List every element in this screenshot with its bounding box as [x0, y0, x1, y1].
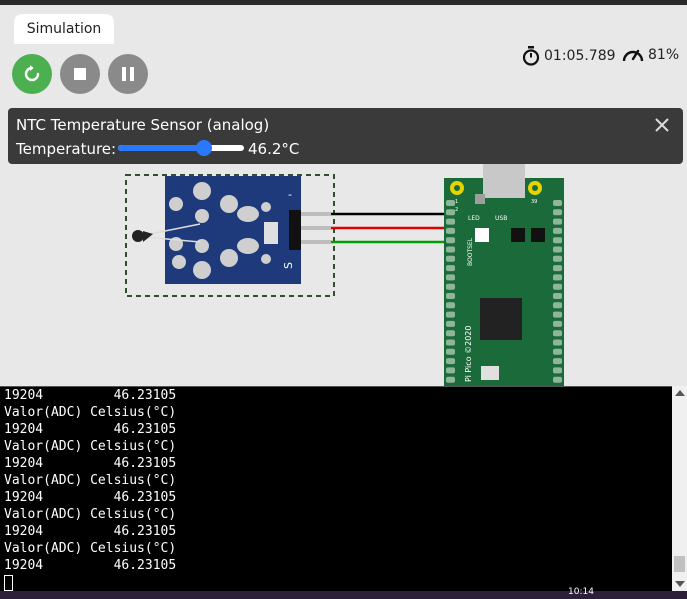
terminal-line: Valor(ADC) Celsius(°C): [4, 405, 177, 420]
terminal-line: Valor(ADC) Celsius(°C): [4, 473, 177, 488]
bootsel-label: BOOTSEL: [467, 237, 474, 266]
led-label: LED: [468, 215, 480, 222]
terminal-line: 19204 46.23105: [4, 456, 177, 471]
restart-button[interactable]: [12, 54, 52, 94]
pause-icon: [122, 67, 134, 81]
timer-value: 01:05.789: [544, 48, 616, 64]
pause-button[interactable]: [108, 54, 148, 94]
terminal-line: 19204 46.23105: [4, 422, 177, 437]
pico-pin[interactable]: [553, 376, 562, 383]
pico-pin[interactable]: [446, 246, 455, 253]
chip-label: Pi Pico ©2020: [464, 326, 473, 382]
stop-button[interactable]: [60, 54, 100, 94]
pico-pin[interactable]: [446, 320, 455, 327]
terminal-line: 19204 46.23105: [4, 524, 177, 539]
pico-pin[interactable]: [446, 274, 455, 281]
sim-timer: 01:05.789: [522, 46, 616, 66]
pico-pin[interactable]: [446, 255, 455, 262]
sensor-minus-label: -: [288, 188, 292, 201]
scroll-up-icon[interactable]: [675, 390, 685, 396]
terminal-line: Valor(ADC) Celsius(°C): [4, 541, 177, 556]
terminal-scrollbar[interactable]: [672, 386, 687, 591]
panel-title: NTC Temperature Sensor (analog): [16, 116, 270, 134]
ntc-sensor-module[interactable]: S -: [132, 176, 331, 284]
speedometer-icon: [622, 49, 644, 62]
slider-fill: [118, 145, 204, 151]
terminal-line: Valor(ADC) Celsius(°C): [4, 439, 177, 454]
pico-pin[interactable]: [446, 302, 455, 309]
pico-pin[interactable]: [553, 246, 562, 253]
pico-pin[interactable]: [553, 311, 562, 318]
scroll-thumb[interactable]: [674, 556, 685, 572]
pico-pin[interactable]: [553, 274, 562, 281]
circuit-canvas: S - LED USB BOOTSEL Pi Pico ©2020 1 2 39: [125, 164, 564, 386]
temperature-label: Temperature:: [16, 140, 117, 158]
pico-pin[interactable]: [553, 209, 562, 216]
pico-pin[interactable]: [446, 218, 455, 225]
pico-pin[interactable]: [446, 348, 455, 355]
sensor-pin-label: S: [282, 262, 295, 269]
speed-value: 81%: [648, 47, 680, 63]
pico-pin[interactable]: [446, 339, 455, 346]
pico-pin[interactable]: [446, 358, 455, 365]
usb-label: USB: [495, 215, 507, 222]
pin39-label: 39: [531, 199, 537, 205]
pico-pin[interactable]: [446, 367, 455, 374]
sensor-control-panel: NTC Temperature Sensor (analog) Temperat…: [8, 108, 683, 164]
terminal-line: 19204 46.23105: [4, 490, 177, 505]
scroll-down-icon[interactable]: [675, 581, 685, 587]
pico-pin[interactable]: [553, 367, 562, 374]
usb-connector: [483, 164, 525, 198]
terminal-line: 19204 46.23105: [4, 558, 177, 573]
temperature-value: 46.2°C: [248, 140, 300, 158]
window-top-strip: [0, 0, 687, 5]
terminal-line: 19204 46.23105: [4, 388, 177, 403]
pico-pin[interactable]: [553, 358, 562, 365]
pico-pin[interactable]: [553, 320, 562, 327]
pico-pin[interactable]: [446, 227, 455, 234]
pico-pin[interactable]: [446, 200, 455, 206]
stopwatch-icon: [522, 46, 540, 66]
pico-pin[interactable]: [446, 311, 455, 318]
pico-pin[interactable]: [446, 293, 455, 299]
pico-pin[interactable]: [553, 218, 562, 225]
pin1-label: 1: [455, 199, 458, 205]
close-icon[interactable]: [653, 116, 671, 134]
slider-knob[interactable]: [195, 140, 212, 156]
taskbar-clock: 10:14: [568, 587, 594, 597]
os-taskbar: 10:14: [0, 587, 687, 599]
tab-simulation[interactable]: Simulation: [14, 14, 114, 44]
pico-pin[interactable]: [553, 265, 562, 272]
pico-pin[interactable]: [553, 302, 562, 309]
raspberry-pi-pico[interactable]: LED USB BOOTSEL Pi Pico ©2020 1 2 39: [444, 164, 564, 386]
pico-pin[interactable]: [553, 255, 562, 262]
rp2040-chip: [480, 298, 522, 340]
pico-pin[interactable]: [446, 330, 455, 337]
pico-pin[interactable]: [553, 339, 562, 346]
pico-pin[interactable]: [553, 237, 562, 244]
terminal-output: 19204 46.23105 Valor(ADC) Celsius(°C) 1920…: [4, 387, 176, 591]
pico-pin[interactable]: [553, 227, 562, 234]
pico-pin[interactable]: [446, 376, 455, 383]
pico-pin[interactable]: [446, 283, 455, 290]
terminal-input-line[interactable]: [4, 574, 176, 591]
pico-pin[interactable]: [553, 348, 562, 355]
sim-speed: 81%: [622, 46, 679, 64]
pico-pin[interactable]: [446, 265, 455, 272]
pico-pin[interactable]: [446, 209, 455, 216]
stop-icon: [74, 68, 86, 80]
terminal-line: Valor(ADC) Celsius(°C): [4, 507, 177, 522]
pico-pin[interactable]: [446, 237, 455, 244]
pico-pin[interactable]: [553, 200, 562, 206]
pico-pin[interactable]: [553, 283, 562, 290]
restart-icon: [24, 65, 40, 82]
pico-pin[interactable]: [553, 293, 562, 299]
serial-terminal[interactable]: 19204 46.23105 Valor(ADC) Celsius(°C) 1920…: [0, 386, 687, 592]
pico-pin[interactable]: [553, 330, 562, 337]
pin2-label: 2: [455, 207, 458, 213]
terminal-cursor: [4, 574, 13, 591]
temperature-slider[interactable]: [118, 140, 244, 156]
